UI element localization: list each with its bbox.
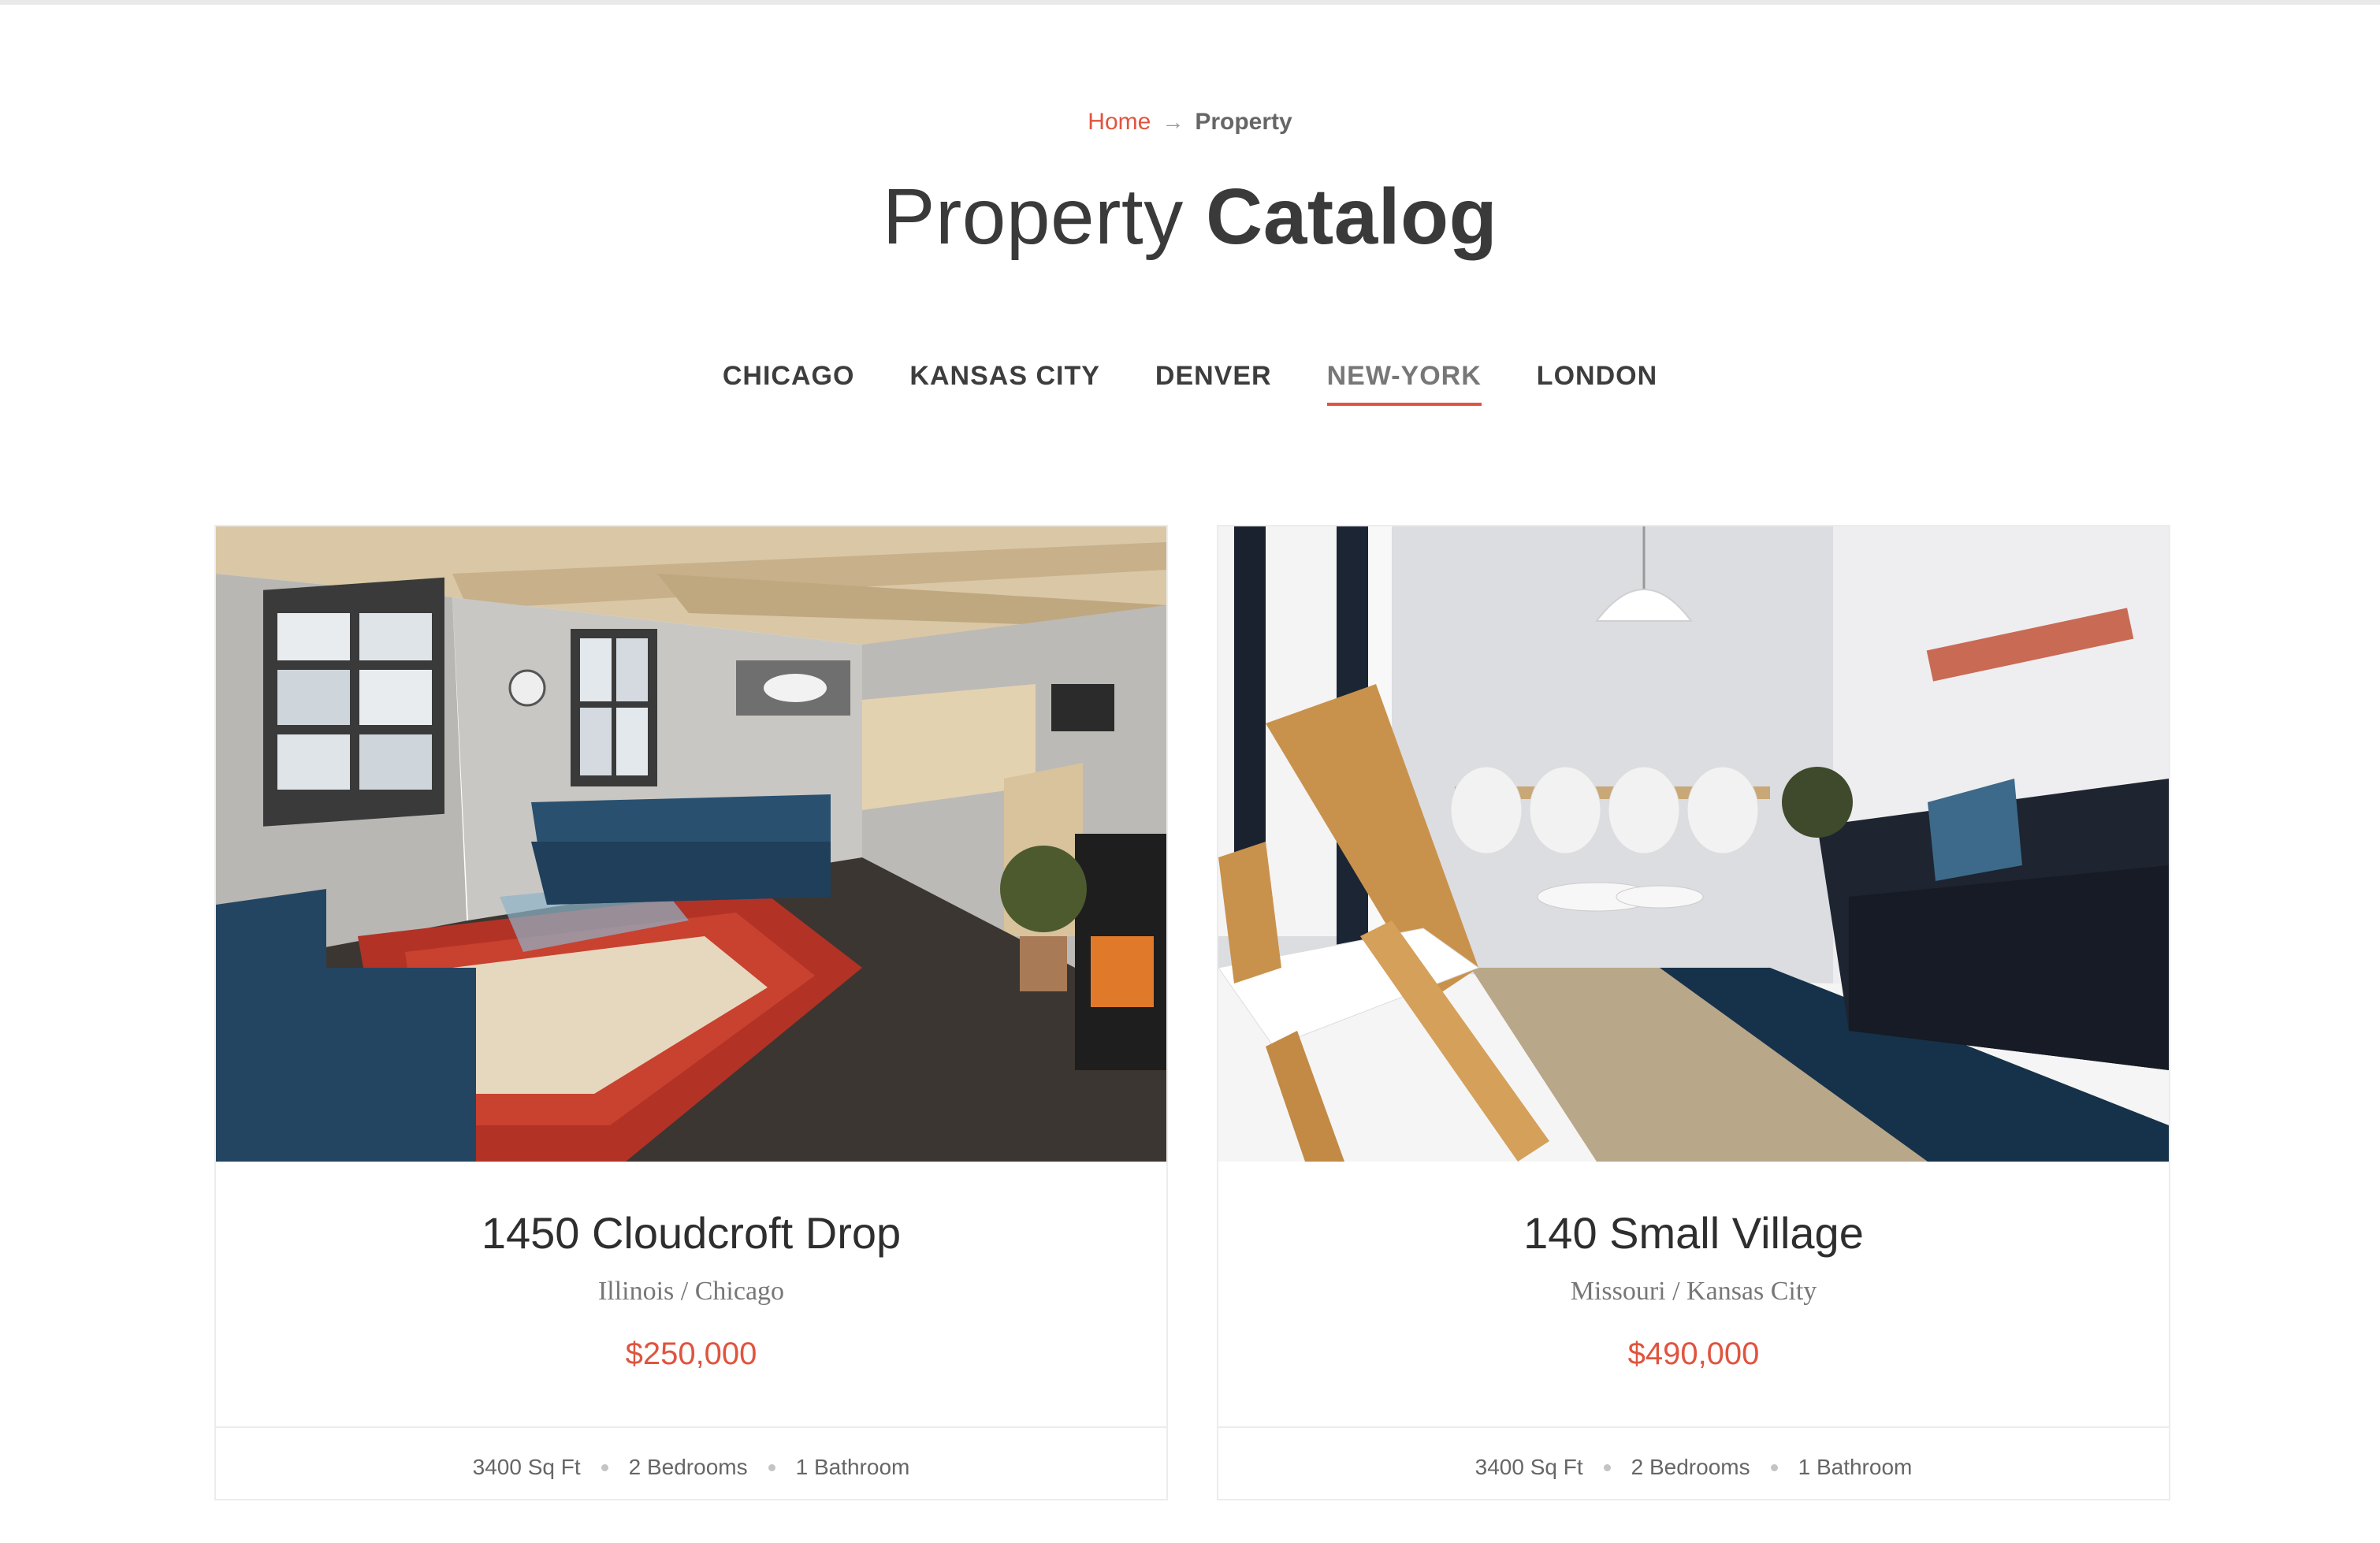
- property-bedrooms: 2 Bedrooms: [628, 1455, 748, 1479]
- tab-chicago[interactable]: CHICAGO: [723, 361, 855, 406]
- tab-london[interactable]: LONDON: [1537, 361, 1657, 406]
- property-price: $490,000: [1627, 1337, 1760, 1371]
- separator-dot-icon: [601, 1463, 608, 1471]
- breadcrumb: Home → Property: [0, 109, 2380, 136]
- property-area: 3400 Sq Ft: [1474, 1455, 1583, 1479]
- property-bathrooms: 1 Bathroom: [1798, 1455, 1913, 1479]
- property-location: Missouri / Kansas City: [1570, 1277, 1817, 1306]
- breadcrumb-home-link[interactable]: Home: [1088, 109, 1151, 135]
- city-tabs: CHICAGO KANSAS CITY DENVER NEW-YORK LOND…: [0, 361, 2380, 406]
- property-name[interactable]: 1450 Cloudcroft Drop: [216, 1207, 1166, 1259]
- page-title-light: Property: [882, 173, 1184, 261]
- property-card[interactable]: 1450 Cloudcroft Drop Illinois / Chicago …: [214, 525, 1168, 1500]
- breadcrumb-current: Property: [1195, 109, 1292, 135]
- header-border: [0, 0, 2380, 5]
- property-name[interactable]: 140 Small Village: [1218, 1207, 2169, 1259]
- page-title: Property Catalog: [0, 172, 2380, 262]
- tab-new-york[interactable]: NEW-YORK: [1326, 361, 1482, 406]
- page-title-bold: Catalog: [1206, 173, 1498, 261]
- card-divider: [216, 1426, 1166, 1428]
- property-price: $250,000: [625, 1337, 757, 1371]
- tab-kansas-city[interactable]: KANSAS CITY: [909, 361, 1099, 406]
- tab-denver[interactable]: DENVER: [1155, 361, 1272, 406]
- property-card[interactable]: 140 Small Village Missouri / Kansas City…: [1217, 525, 2170, 1500]
- property-bathrooms: 1 Bathroom: [795, 1455, 910, 1479]
- property-specs: 3400 Sq Ft 2 Bedrooms 1 Bathroom: [216, 1444, 1166, 1491]
- separator-dot-icon: [1770, 1463, 1778, 1471]
- arrow-right-icon: →: [1162, 110, 1184, 134]
- property-specs: 3400 Sq Ft 2 Bedrooms 1 Bathroom: [1218, 1444, 2169, 1491]
- property-photo[interactable]: [1218, 526, 2169, 1162]
- card-divider: [1218, 1426, 2169, 1428]
- property-bedrooms: 2 Bedrooms: [1631, 1455, 1750, 1479]
- property-location: Illinois / Chicago: [597, 1277, 785, 1306]
- property-photo[interactable]: [216, 526, 1166, 1162]
- property-area: 3400 Sq Ft: [472, 1455, 581, 1479]
- separator-dot-icon: [768, 1463, 775, 1471]
- separator-dot-icon: [1603, 1463, 1611, 1471]
